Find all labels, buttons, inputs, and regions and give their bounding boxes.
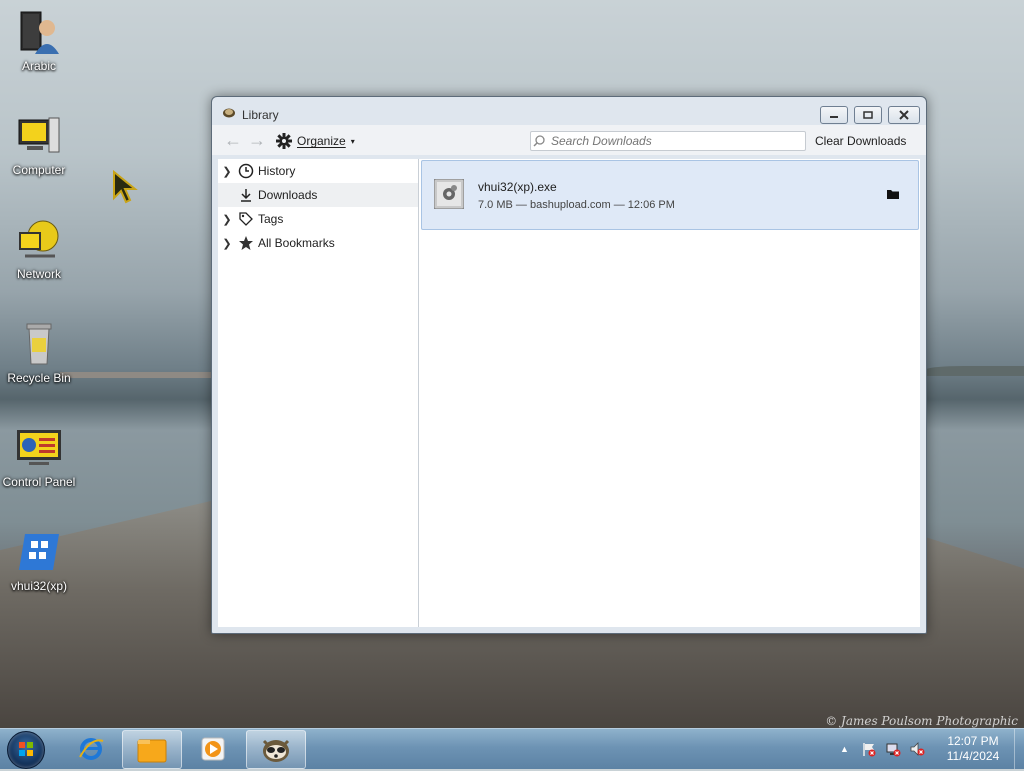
search-downloads-box[interactable] [530,131,806,151]
window-toolbar: ← → Organize ▾ Clear Downloads [212,125,926,155]
maximize-icon [863,111,873,119]
taskbar-internet-explorer[interactable] [62,730,120,767]
internet-explorer-icon [79,737,104,760]
sidebar-item-all-bookmarks[interactable]: ❯ All Bookmarks [218,231,418,255]
recycle-bin-icon [15,320,63,368]
back-arrow-icon[interactable]: ← [224,131,242,149]
desktop-icon-vhui32[interactable]: vhui32(xp) [0,528,78,593]
volume-muted-icon[interactable] [909,741,925,757]
wallpaper-horizon-left [60,372,220,378]
desktop-icon-label: Recycle Bin [7,371,71,385]
wallpaper-horizon-right [925,366,1024,376]
taskbar-file-explorer[interactable] [122,730,182,769]
start-button[interactable] [7,731,45,769]
window-title: Library [242,108,279,122]
desktop-icon-network[interactable]: Network [0,216,78,281]
desktop-icon-label: Network [16,267,61,281]
library-app-icon [223,108,235,118]
sidebar-item-label: Downloads [258,188,318,202]
clock-time: 12:07 PM [947,734,999,748]
open-folder-icon[interactable] [886,188,900,200]
taskbar-firefox-library[interactable] [246,730,306,769]
expand-chevron-icon[interactable]: ❯ [218,165,236,178]
taskbar: ▲ 12:07 PM 11/4/2024 [0,728,1024,769]
organize-label: Organize [297,134,346,148]
close-button[interactable] [888,106,920,124]
desktop-icon-computer[interactable]: Computer [0,112,78,177]
clock-icon [236,162,256,180]
raccoon-app-icon [262,739,290,762]
system-tray: ▲ [840,729,925,769]
search-input[interactable] [549,134,791,148]
computer-icon [15,112,63,160]
executable-file-icon [434,179,464,209]
close-icon [899,110,909,120]
sidebar-item-label: History [258,164,296,178]
maximize-button[interactable] [854,106,882,124]
sidebar-item-label: Tags [258,212,284,226]
download-item[interactable]: vhui32(xp).exe 7.0 MB — bashupload.com —… [421,160,919,230]
tag-icon [236,210,256,228]
taskbar-media-player[interactable] [184,730,242,767]
expand-chevron-icon[interactable]: ❯ [218,213,236,226]
user-folder-icon [15,8,63,56]
executable-app-icon [15,528,63,576]
sidebar-item-label: All Bookmarks [258,236,335,250]
media-player-icon [201,737,225,760]
star-icon [236,234,256,252]
dropdown-caret-icon: ▾ [350,136,355,146]
downloads-list: vhui32(xp).exe 7.0 MB — bashupload.com —… [419,159,920,627]
wallpaper-watermark: © James Poulsom Photographic [825,714,1018,728]
download-status: 7.0 MB — bashupload.com — 12:06 PM [478,199,675,211]
download-arrow-icon [236,186,256,204]
desktop-icon-label: Computer [12,163,66,177]
folder-icon [137,739,167,762]
library-window[interactable]: Library ← → Organize ▾ Search Downloads … [211,96,927,634]
library-sidebar: ❯ History Downloads ❯ Tags ❯ All Bookmar… [218,159,419,627]
expand-chevron-icon[interactable]: ❯ [218,237,236,250]
sidebar-item-tags[interactable]: ❯ Tags [218,207,418,231]
desktop-icon-control-panel[interactable]: Control Panel [0,424,78,489]
desktop-icon-arabic[interactable]: Arabic [0,8,78,73]
sidebar-item-downloads[interactable]: Downloads [218,183,418,207]
desktop-icon-label: Arabic [21,59,56,73]
sidebar-item-history[interactable]: ❯ History [218,159,418,183]
action-center-flag-icon[interactable] [861,741,877,757]
organize-menu-button[interactable]: Organize ▾ [276,133,355,149]
desktop-icon-label: Control Panel [2,475,76,489]
forward-arrow-icon[interactable]: → [248,131,266,149]
network-globe-icon [15,216,63,264]
search-icon [533,135,545,147]
network-status-icon[interactable] [885,741,901,757]
control-panel-icon [15,424,63,472]
gear-icon [276,133,292,149]
window-titlebar[interactable]: Library [212,97,926,125]
windows-logo-icon [19,742,33,756]
taskbar-clock[interactable]: 12:07 PM 11/4/2024 [936,734,1010,764]
clear-downloads-button[interactable]: Clear Downloads [815,134,906,148]
show-hidden-icons-chevron-icon[interactable]: ▲ [840,744,849,754]
desktop-icon-recycle-bin[interactable]: Recycle Bin [0,320,78,385]
download-filename: vhui32(xp).exe [478,180,557,194]
clock-date: 11/4/2024 [946,749,1000,763]
mouse-cursor-icon [113,170,138,204]
minimize-icon [830,116,838,118]
desktop-icon-label: vhui32(xp) [10,579,68,593]
minimize-button[interactable] [820,106,848,124]
show-desktop-button[interactable] [1014,729,1024,769]
